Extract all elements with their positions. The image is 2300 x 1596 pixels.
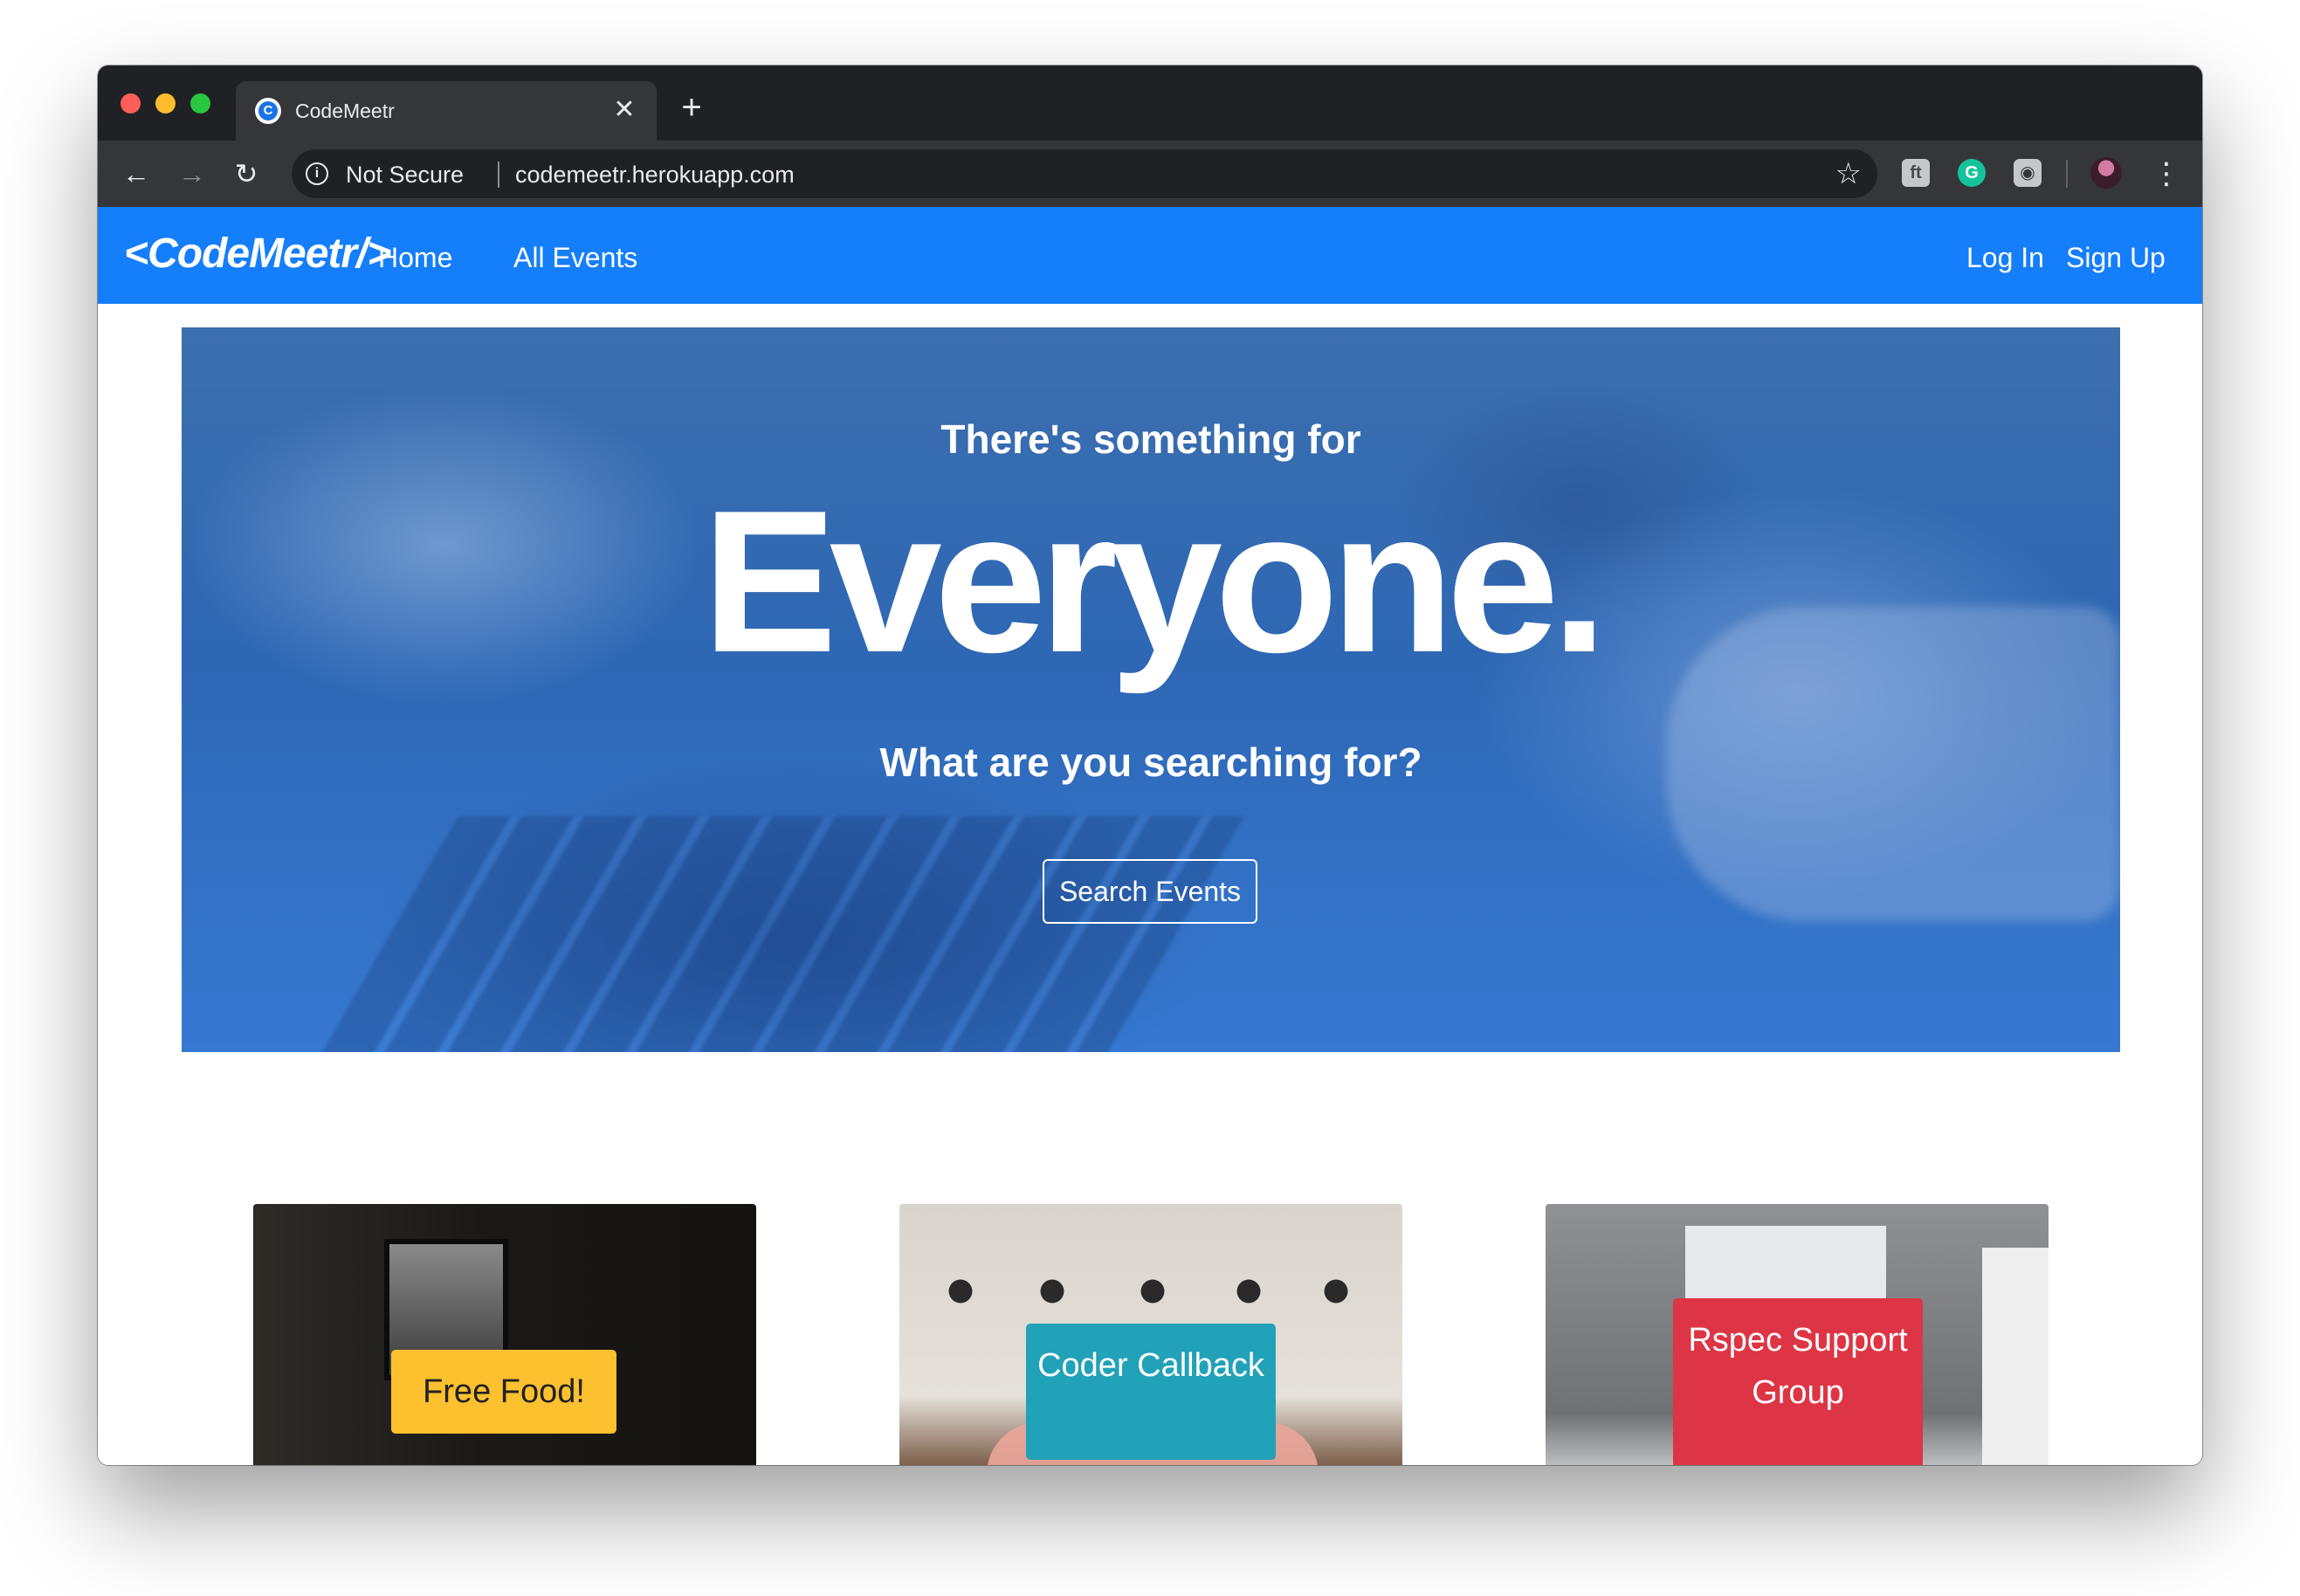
brand-logo[interactable]: <CodeMeetr/> [124,230,391,279]
url-text[interactable]: codemeetr.herokuapp.com [515,162,795,188]
hero-background-image [306,816,1244,1052]
back-arrow-icon[interactable]: ← [119,156,154,191]
hero-title: Everyone. [701,469,1608,695]
browser-window: C CodeMeetr ✕ + ← → ↻ i Not Secure codem… [98,65,2202,1465]
site-navbar: <CodeMeetr/> Home All Events Log In Sign… [98,207,2202,304]
address-bar[interactable]: i Not Secure codemeetr.herokuapp.com ☆ [292,149,1877,198]
nav-link-home[interactable]: Home [378,240,452,275]
forward-arrow-icon[interactable]: → [175,156,210,191]
event-card-rspec-support-group[interactable]: Rspec Support Group [1546,1204,2049,1465]
card-image-flipchart [1982,1248,2049,1465]
tab-title: CodeMeetr [295,100,395,122]
search-events-button[interactable]: Search Events [1043,859,1257,924]
more-menu-icon[interactable]: ⋮ [2152,156,2181,191]
hero-kicker: There's something for [940,416,1361,462]
event-category-badge[interactable]: Coder Callback [1026,1324,1276,1460]
hero-banner: There's something for Everyone. What are… [182,327,2120,1052]
nav-link-all-events[interactable]: All Events [513,240,637,275]
hero-subtitle: What are you searching for? [879,740,1422,785]
grammarly-icon[interactable]: G [1958,159,1986,187]
reload-icon[interactable]: ↻ [229,156,264,191]
event-category-badge[interactable]: Free Food! [391,1350,616,1434]
close-tab-icon[interactable]: ✕ [609,95,639,125]
event-category-badge[interactable]: Rspec Support Group [1673,1298,1923,1465]
address-divider [498,162,499,188]
event-card-coder-callback[interactable]: Coder Callback [899,1204,1402,1465]
camera-icon[interactable]: ◉ [2014,159,2042,187]
event-card-free-food[interactable]: Free Food! [253,1204,756,1465]
toolbar-divider [2066,160,2068,188]
minimize-window-button[interactable] [155,93,176,114]
new-tab-button[interactable]: + [674,90,709,125]
browser-toolbar: ← → ↻ i Not Secure codemeetr.herokuapp.c… [98,141,2202,207]
favicon-icon: C [255,98,281,124]
tab-strip: C CodeMeetr ✕ + [98,65,2202,141]
extension-icon[interactable]: ft [1902,159,1930,187]
bookmark-star-icon[interactable]: ☆ [1835,159,1862,189]
nav-link-sign-up[interactable]: Sign Up [2066,240,2166,275]
web-page: <CodeMeetr/> Home All Events Log In Sign… [98,207,2202,1465]
close-window-button[interactable] [121,93,141,114]
tab-codemeetr[interactable]: C CodeMeetr ✕ [236,81,657,141]
profile-avatar[interactable] [2090,157,2122,189]
info-icon[interactable]: i [306,162,328,185]
nav-link-log-in[interactable]: Log In [1966,240,2044,275]
security-label[interactable]: Not Secure [346,162,464,188]
maximize-window-button[interactable] [190,93,210,114]
